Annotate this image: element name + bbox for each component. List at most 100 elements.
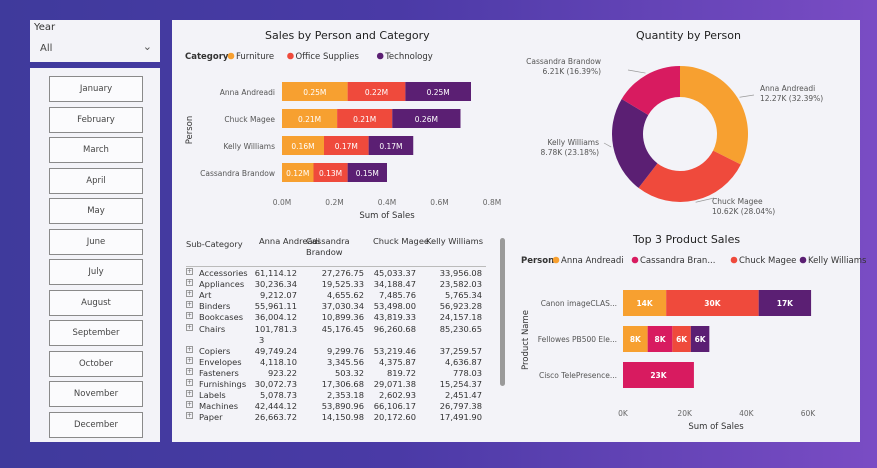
top3-bar-label: 17K: [777, 299, 794, 308]
sales-x-tick: 0.4M: [378, 198, 396, 207]
expand-icon[interactable]: +: [186, 367, 193, 375]
matrix-cell: 101,781.3: [254, 323, 297, 334]
matrix-cell: 2,353.18: [327, 390, 364, 401]
donut-leader-line: [603, 142, 612, 148]
top3-legend-title: Person: [521, 256, 554, 266]
matrix-cell: 53,219.46: [373, 345, 416, 356]
matrix-cell: 30,072.73: [254, 379, 297, 389]
expand-icon[interactable]: +: [186, 290, 193, 298]
top3-product-label: Cisco TelePresence...: [539, 371, 617, 380]
matrix-row-label: Copiers: [199, 345, 231, 356]
matrix-cell: 37,259.57: [439, 345, 482, 356]
sales-bar-label: 0.26M: [415, 115, 438, 124]
sales-person-label: Chuck Magee: [224, 115, 275, 124]
donut-label-value: 12.27K (32.39%): [760, 94, 823, 103]
matrix-cell: 4,655.62: [327, 290, 364, 301]
matrix-cell: 10,899.36: [321, 312, 364, 323]
top3-legend-marker-0: [552, 256, 560, 264]
matrix-row-label: Bookcases: [199, 312, 244, 323]
matrix-cell: 23,582.03: [439, 279, 482, 290]
matrix-row-label: Binders: [199, 301, 231, 312]
donut-label-name: Kelly Williams: [547, 138, 599, 147]
matrix-cell: 4,118.10: [260, 356, 297, 367]
expand-icon[interactable]: +: [186, 401, 193, 409]
expand-icon[interactable]: +: [186, 345, 193, 353]
top3-bar-label: 6K: [676, 335, 688, 344]
sales-bar-label: 0.22M: [365, 88, 388, 97]
matrix-header[interactable]: Cassandra Brandow: [306, 236, 368, 258]
top3-x-tick: 20K: [677, 409, 693, 418]
sales-x-label: Sum of Sales: [359, 211, 415, 221]
matrix-row-label: Machines: [199, 401, 239, 412]
matrix-cell: 20,172.60: [373, 412, 416, 423]
sales-bar-label: 0.13M: [319, 169, 342, 178]
top3-legend-item-0: Anna Andreadi: [561, 256, 624, 266]
matrix-cell: 819.72: [386, 367, 416, 378]
expand-icon[interactable]: +: [186, 312, 193, 320]
top3-x-tick: 0K: [618, 409, 629, 418]
sales-legend-marker-2: [376, 52, 384, 60]
sales-chart-title: Sales by Person and Category: [265, 29, 430, 42]
donut-label-name: Chuck Magee: [712, 197, 763, 206]
matrix-cell: 5,765.34: [445, 290, 482, 301]
matrix-cell: 45,033.37: [373, 268, 416, 278]
donut-chart-title: Quantity by Person: [636, 29, 741, 42]
sales-legend-item-0: Furniture: [236, 52, 274, 62]
expand-icon[interactable]: +: [186, 268, 193, 275]
matrix-scrollbar[interactable]: [500, 238, 505, 386]
expand-icon[interactable]: +: [186, 301, 193, 309]
sales-bar-label: 0.21M: [353, 115, 376, 124]
expand-icon[interactable]: +: [186, 279, 193, 287]
top3-bar-label: 30K: [704, 299, 721, 308]
matrix-header[interactable]: Kelly Williams: [426, 236, 486, 247]
donut-label-name: Anna Andreadi: [760, 84, 815, 93]
expand-icon[interactable]: +: [186, 356, 193, 364]
matrix-cell: 923.22: [267, 367, 297, 378]
matrix-cell: 37,030.34: [321, 301, 364, 312]
matrix-cell: 503.32: [334, 367, 364, 378]
top3-bar-label: 6K: [695, 335, 707, 344]
matrix-cell: 2,451.47: [445, 390, 482, 401]
donut-slice: [680, 66, 748, 165]
matrix-row-label: Accessories: [199, 268, 248, 278]
sales-bar-label: 0.25M: [427, 88, 450, 97]
donut-leader-line: [739, 94, 755, 98]
expand-icon[interactable]: +: [186, 379, 193, 386]
matrix-cell: 96,260.68: [373, 323, 416, 334]
donut-slice: [638, 150, 741, 202]
expand-icon[interactable]: +: [186, 390, 193, 398]
sales-bar-label: 0.12M: [286, 169, 309, 178]
top3-product-label: Canon imageCLAS...: [541, 299, 617, 308]
sales-person-label: Anna Andreadi: [220, 88, 275, 97]
matrix-row-label: Paper: [199, 412, 223, 423]
matrix-cell: 7,485.76: [379, 290, 416, 301]
sales-bar-label: 0.17M: [379, 142, 402, 151]
donut-label-value: 8.78K (23.18%): [541, 148, 600, 157]
sales-legend-item-2: Technology: [384, 52, 433, 62]
sales-legend-title: Category: [185, 52, 229, 62]
matrix-cell: 2,602.93: [379, 390, 416, 401]
matrix-cell: 61,114.12: [254, 268, 297, 278]
matrix-header[interactable]: Sub-Category: [186, 239, 256, 250]
matrix-row-label: Chairs: [199, 323, 226, 334]
top3-legend-marker-2: [730, 256, 738, 264]
matrix-cell: 85,230.65: [439, 323, 482, 334]
sales-bar-label: 0.17M: [335, 142, 358, 151]
matrix-cell: 42,444.12: [254, 401, 297, 412]
donut-leader-line: [627, 69, 646, 74]
matrix-row-label: Envelopes: [199, 356, 242, 367]
matrix-cell: 53,498.00: [373, 301, 416, 312]
matrix-cell: 66,106.17: [373, 401, 416, 412]
top3-product-label: Fellowes PB500 Ele...: [538, 335, 617, 344]
matrix-cell: 26,663.72: [254, 412, 297, 423]
matrix-cell: 3,345.56: [327, 356, 364, 367]
matrix-cell: 5,078.73: [260, 390, 297, 401]
matrix-cell: 9,299.76: [327, 345, 364, 356]
matrix-row-label: Fasteners: [199, 367, 239, 378]
matrix-row-label: Furnishings: [199, 379, 247, 389]
expand-icon[interactable]: +: [186, 323, 193, 331]
expand-icon[interactable]: +: [186, 412, 193, 420]
matrix-header-divider: [186, 266, 486, 267]
matrix-cell: 17,306.68: [321, 379, 364, 389]
matrix-cell: 34,188.47: [373, 279, 416, 290]
